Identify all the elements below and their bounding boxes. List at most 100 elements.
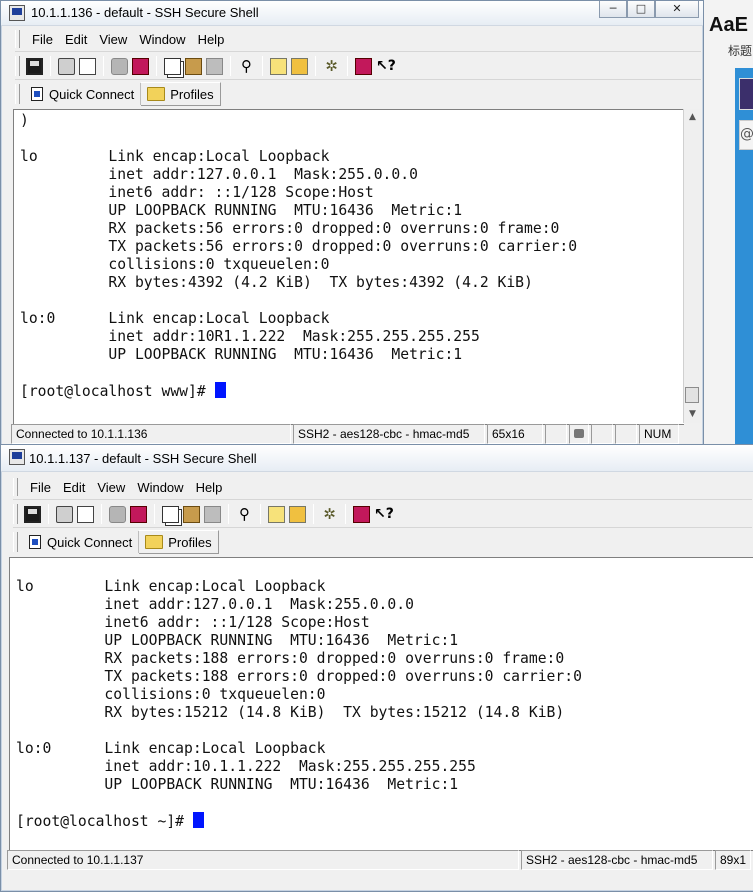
menu-file[interactable]: File: [24, 480, 57, 495]
profile-settings-icon[interactable]: [291, 57, 308, 75]
window-titlebar[interactable]: 10.1.1.137 - default - SSH Secure Shell: [1, 445, 753, 472]
paste-icon[interactable]: [183, 505, 200, 523]
paste-special-icon[interactable]: [204, 505, 221, 523]
menu-edit[interactable]: Edit: [57, 480, 91, 495]
help-book-icon[interactable]: [353, 505, 370, 523]
ssh-window-136: 10.1.1.136 - default - SSH Secure Shell …: [0, 0, 704, 446]
toolbar-grip[interactable]: [15, 30, 20, 48]
close-icon[interactable]: ✕: [655, 1, 699, 18]
toolbar-separator: [154, 504, 155, 524]
toolbar-separator: [313, 504, 314, 524]
toolbar-separator: [262, 56, 263, 76]
print-icon[interactable]: [56, 505, 73, 523]
profile-settings-icon[interactable]: [289, 505, 306, 523]
toolbar-grip[interactable]: [13, 504, 18, 524]
profiles-button[interactable]: Profiles: [141, 82, 221, 106]
toolbar-separator: [260, 504, 261, 524]
quick-connect-label: Quick Connect: [49, 86, 135, 102]
reconnect-icon[interactable]: [132, 57, 149, 75]
context-help-icon[interactable]: ↖?: [374, 506, 394, 523]
menu-view[interactable]: View: [93, 32, 133, 47]
ssh-window-137: 10.1.1.137 - default - SSH Secure Shell …: [0, 444, 753, 892]
terminal-output: lo Link encap:Local Loopback inet addr:1…: [16, 560, 582, 831]
quick-connect-bar: Quick Connect Profiles: [13, 529, 219, 555]
menu-help[interactable]: Help: [190, 480, 229, 495]
background-style-label: 标题: [728, 44, 753, 58]
print-preview-icon[interactable]: [79, 57, 96, 75]
print-icon[interactable]: [58, 57, 75, 75]
ssh-app-icon: [9, 449, 25, 465]
quick-connect-icon: [28, 534, 42, 550]
status-bar: Connected to 10.1.1.136 SSH2 - aes128-cb…: [11, 424, 701, 444]
copy-icon[interactable]: [162, 505, 179, 523]
toolbar-separator: [156, 56, 157, 76]
scroll-up-icon[interactable]: ▲: [684, 109, 701, 125]
menu-view[interactable]: View: [91, 480, 131, 495]
folder-icon: [147, 87, 166, 101]
connection-status: Connected to 10.1.1.137: [7, 850, 519, 870]
quick-connect-label: Quick Connect: [47, 534, 133, 550]
quick-connect-button[interactable]: Quick Connect: [22, 531, 140, 553]
window-title: 10.1.1.137 - default - SSH Secure Shell: [29, 451, 257, 466]
settings-icon[interactable]: [270, 57, 287, 75]
terminal-scrollbar[interactable]: ▲ ▼: [683, 109, 701, 423]
status-bar: Connected to 10.1.1.137 SSH2 - aes128-cb…: [7, 850, 753, 870]
menu-bar: File Edit View Window Help: [15, 27, 701, 52]
app-tile-icon-2[interactable]: @: [739, 120, 753, 150]
gear-icon[interactable]: ✲: [321, 505, 338, 523]
ssh-app-icon: [9, 5, 25, 21]
copy-icon[interactable]: [164, 57, 181, 75]
menu-window[interactable]: Window: [133, 32, 191, 47]
status-empty-cell: [591, 424, 613, 444]
protocol-status: SSH2 - aes128-cbc - hmac-md5: [293, 424, 485, 444]
protocol-status: SSH2 - aes128-cbc - hmac-md5: [521, 850, 713, 870]
window-title: 10.1.1.136 - default - SSH Secure Shell: [31, 5, 259, 20]
folder-icon: [145, 535, 164, 549]
terminal-text: ) lo Link encap:Local Loopback inet addr…: [20, 112, 578, 400]
background-style-preview: AaE: [709, 14, 748, 36]
reconnect-icon[interactable]: [130, 505, 147, 523]
scroll-down-icon[interactable]: ▼: [684, 406, 701, 422]
toolbar-separator: [228, 504, 229, 524]
terminal-size-status: 65x16: [487, 424, 543, 444]
find-icon[interactable]: ⚲: [238, 57, 255, 75]
toolbar-separator: [315, 56, 316, 76]
disconnect-icon[interactable]: [109, 505, 126, 523]
settings-icon[interactable]: [268, 505, 285, 523]
minimize-icon[interactable]: ─: [599, 1, 627, 18]
gear-icon[interactable]: ✲: [323, 57, 340, 75]
scroll-thumb[interactable]: [685, 387, 699, 403]
window-titlebar[interactable]: 10.1.1.136 - default - SSH Secure Shell …: [1, 1, 703, 26]
status-empty-cell: [615, 424, 637, 444]
toolbar-grip[interactable]: [13, 478, 18, 496]
maximize-icon[interactable]: □: [627, 1, 655, 18]
save-icon[interactable]: [24, 505, 41, 523]
terminal-cursor: [214, 382, 226, 398]
disconnect-icon[interactable]: [111, 57, 128, 75]
profiles-label: Profiles: [168, 534, 212, 550]
profiles-button[interactable]: Profiles: [139, 530, 219, 554]
quick-connect-button[interactable]: Quick Connect: [24, 83, 142, 105]
main-toolbar: ⚲ ✲ ↖?: [15, 53, 701, 80]
find-icon[interactable]: ⚲: [236, 505, 253, 523]
terminal-area[interactable]: lo Link encap:Local Loopback inet addr:1…: [9, 557, 753, 851]
menu-file[interactable]: File: [26, 32, 59, 47]
app-tile-icon[interactable]: [739, 78, 753, 110]
paste-special-icon[interactable]: [206, 57, 223, 75]
context-help-icon[interactable]: ↖?: [376, 58, 396, 75]
terminal-cursor: [192, 812, 204, 828]
toolbar-separator: [50, 56, 51, 76]
print-preview-icon[interactable]: [77, 505, 94, 523]
toolbar-grip[interactable]: [15, 84, 20, 104]
menu-edit[interactable]: Edit: [59, 32, 93, 47]
toolbar-grip[interactable]: [15, 56, 20, 76]
toolbar-grip[interactable]: [13, 532, 18, 552]
save-icon[interactable]: [26, 57, 43, 75]
terminal-area[interactable]: ) lo Link encap:Local Loopback inet addr…: [13, 109, 684, 425]
paste-icon[interactable]: [185, 57, 202, 75]
menu-help[interactable]: Help: [192, 32, 231, 47]
help-book-icon[interactable]: [355, 57, 372, 75]
menu-window[interactable]: Window: [131, 480, 189, 495]
status-empty-cell: [545, 424, 567, 444]
lock-icon: [569, 424, 589, 444]
